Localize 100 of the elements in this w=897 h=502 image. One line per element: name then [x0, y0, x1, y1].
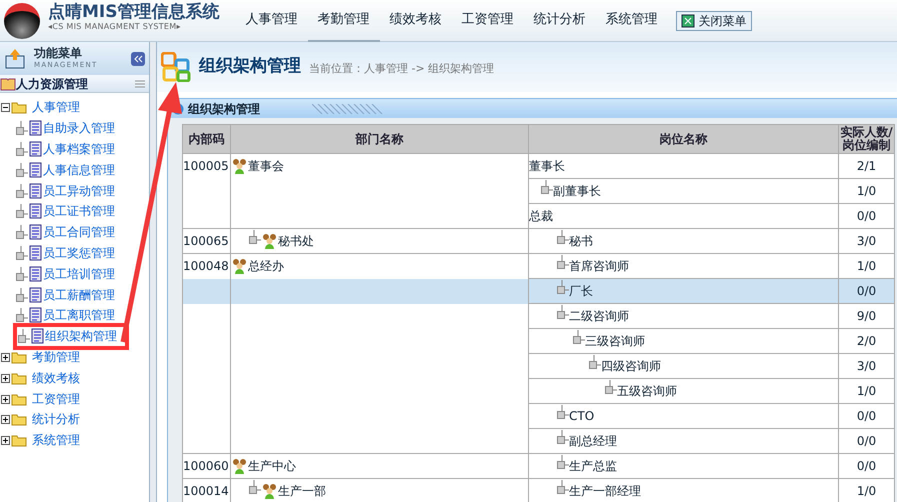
tree-node-icon [555, 480, 569, 494]
breadcrumb: 当前位置：人事管理 -> 组织架构管理 [309, 60, 494, 77]
app-icon [161, 52, 191, 82]
headcount: 3/0 [856, 234, 876, 248]
column-header: 实际人数/岗位编制 [838, 124, 894, 154]
document-icon [28, 286, 43, 303]
section-title: 人力资源管理 [16, 76, 89, 92]
tree-folder-item[interactable]: 人事管理 [0, 97, 149, 118]
tree-item[interactable]: 自助录入管理 [0, 118, 149, 139]
column-header: 部门名称 [230, 124, 528, 154]
tree-folder-item[interactable]: 考勤管理 [0, 346, 149, 368]
tree-label: 统计分析 [32, 411, 80, 428]
close-menu-button[interactable]: 关闭菜单 [676, 10, 752, 30]
position-name: 秘书 [569, 233, 593, 250]
book-icon [0, 76, 16, 90]
tree-item[interactable]: 员工异动管理 [0, 180, 149, 201]
tree-label: 组织架构管理 [45, 328, 117, 346]
tree-node-icon [14, 246, 28, 260]
document-icon [28, 244, 43, 261]
tree-label: 员工异动管理 [43, 182, 115, 200]
tree-item[interactable]: 组织架构管理 [16, 326, 126, 347]
document-icon [28, 162, 43, 178]
people-icon [231, 157, 248, 176]
panel-title: 组织架构管理 [188, 100, 260, 118]
tree-item[interactable]: 员工证书管理 [0, 200, 149, 222]
tree-node-icon [571, 330, 585, 344]
grid-icon [680, 14, 694, 28]
upload-icon [4, 48, 26, 70]
tree-item[interactable]: 员工奖惩管理 [0, 242, 149, 264]
tree-label: 系统管理 [32, 432, 80, 450]
collapse-icon [0, 100, 11, 114]
headcount: 1/0 [856, 259, 876, 273]
tree-folder-item[interactable]: 统计分析 [0, 408, 149, 430]
tree-item[interactable]: 人事信息管理 [0, 159, 149, 180]
tree-item[interactable]: 人事档案管理 [0, 138, 149, 160]
tree-node-icon [555, 455, 569, 469]
dept-name: 生产一部 [278, 483, 326, 500]
tree-node-icon [16, 329, 30, 344]
document-icon [28, 140, 43, 157]
dept-name: 秘书处 [278, 233, 314, 250]
tree-node-icon [14, 288, 28, 302]
menu-tab[interactable]: 系统管理 [596, 0, 668, 42]
tree-item[interactable]: 员工培训管理 [0, 263, 149, 284]
tree-item[interactable]: 员工合同管理 [0, 222, 149, 243]
tree-node-icon [587, 355, 601, 369]
tree-label: 考勤管理 [32, 348, 80, 366]
menu-tab[interactable]: 统计分析 [524, 0, 596, 42]
column-header: 岗位名称 [528, 124, 838, 154]
headcount: 2/0 [856, 334, 876, 348]
headcount: 0/0 [856, 459, 876, 473]
tree-node-icon [14, 225, 28, 240]
tree-label: 员工奖惩管理 [43, 244, 115, 262]
tree-node-icon [14, 121, 28, 136]
tree-label: 人事管理 [32, 99, 80, 116]
menu-tab[interactable]: 工资管理 [452, 0, 524, 42]
document-icon [28, 224, 43, 240]
headcount: 0/0 [856, 209, 876, 223]
dept-code: 100005 [183, 159, 229, 174]
position-name: CTO [569, 408, 594, 425]
position-name: 副董事长 [553, 183, 601, 200]
tree-label: 人事信息管理 [43, 162, 115, 179]
headcount: 9/0 [856, 309, 876, 323]
tree-item[interactable]: 员工离职管理 [0, 304, 149, 326]
people-icon [261, 482, 278, 500]
tree-item[interactable]: 员工薪酬管理 [0, 284, 149, 305]
splitter-bar[interactable] [150, 42, 157, 502]
tree-node-icon [603, 380, 617, 394]
menu-tab[interactable]: 绩效考核 [380, 0, 452, 42]
headcount: 1/0 [856, 484, 876, 498]
position-name: 生产总监 [569, 458, 617, 475]
headcount: 0/0 [856, 284, 876, 298]
position-name: 董事长 [529, 158, 565, 175]
tree-node-icon [247, 230, 261, 244]
tree-label: 员工薪酬管理 [43, 286, 115, 304]
position-name: 三级咨询师 [585, 333, 645, 350]
tree-folder-item[interactable]: 绩效考核 [0, 367, 149, 388]
tree-folder-item[interactable]: 工资管理 [0, 388, 149, 409]
document-icon [28, 307, 43, 324]
column-header: 内部码 [182, 124, 230, 154]
document-icon [28, 182, 43, 199]
tree-folder-item[interactable]: 系统管理 [0, 430, 149, 451]
document-icon [28, 203, 43, 220]
document-icon [30, 328, 45, 344]
dept-name: 总经办 [248, 258, 284, 276]
headcount: 3/0 [856, 359, 876, 373]
document-icon [28, 120, 43, 136]
sidebar-title: 功能菜单 [34, 46, 83, 60]
app-subtitle: ◂CS MIS MANAGMENT SYSTEM▸ [48, 20, 182, 32]
tree-label: 自助录入管理 [43, 120, 115, 138]
tree-node-icon [14, 308, 28, 322]
app-title: 点晴MIS管理信息系统 [48, 2, 220, 20]
menu-tab[interactable]: 人事管理 [236, 0, 308, 42]
dept-name: 生产中心 [248, 458, 296, 475]
tree-node-icon [14, 266, 28, 281]
position-name: 生产一部经理 [569, 483, 641, 500]
headcount: 2/1 [856, 159, 876, 173]
tree-node-icon [14, 142, 28, 156]
tree-node-icon [14, 184, 28, 198]
headcount: 1/0 [856, 184, 876, 198]
tree-label: 员工合同管理 [43, 224, 115, 242]
